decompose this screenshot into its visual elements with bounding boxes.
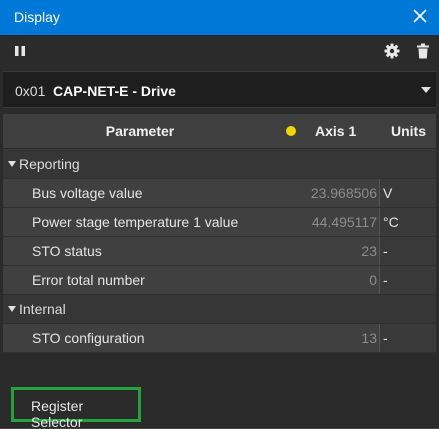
parameter-value: 23.968506 (310, 185, 377, 201)
table-row[interactable]: Power stage temperature 1 value 44.49511… (3, 208, 436, 237)
table-row[interactable]: STO configuration 13 - (3, 324, 436, 353)
group-row-internal[interactable]: Internal (3, 295, 436, 324)
parameter-unit: - (383, 330, 388, 346)
drive-name: CAP-NET-E - Drive (53, 83, 176, 99)
collapse-triangle-icon[interactable] (8, 306, 16, 312)
group-row-reporting[interactable]: Reporting (3, 150, 436, 179)
drive-selector[interactable]: 0x01 CAP-NET-E - Drive (3, 71, 436, 108)
toolbar (0, 35, 439, 67)
group-label: Reporting (19, 156, 80, 172)
column-header-units[interactable]: Units (391, 123, 426, 139)
axis-status-dot (286, 126, 296, 136)
parameter-name: STO configuration (32, 330, 145, 346)
collapse-triangle-icon[interactable] (8, 161, 16, 167)
parameter-value: 0 (369, 272, 377, 288)
parameter-unit: °C (383, 214, 399, 230)
column-header-axis[interactable]: Axis 1 (315, 123, 356, 139)
title-bar: Display (0, 0, 439, 35)
table-header: Parameter Axis 1 Units (3, 114, 436, 149)
table-row[interactable]: STO status 23 - (3, 237, 436, 266)
parameter-name: STO status (32, 243, 102, 259)
parameter-unit: V (383, 185, 393, 201)
drive-address: 0x01 (15, 83, 46, 99)
window-title: Display (14, 9, 60, 25)
parameter-value: 44.495117 (311, 214, 377, 230)
trash-icon[interactable] (416, 43, 430, 59)
parameter-unit: - (383, 272, 388, 288)
close-icon[interactable] (411, 7, 429, 25)
gear-icon[interactable] (384, 43, 400, 59)
column-header-parameter[interactable]: Parameter (3, 123, 277, 139)
register-selector-button[interactable]: Register Selector (11, 387, 141, 429)
parameter-name: Error total number (32, 272, 145, 288)
parameter-table: Parameter Axis 1 Units Reporting Bus vol… (3, 114, 436, 353)
parameter-name: Power stage temperature 1 value (32, 214, 239, 230)
parameter-name: Bus voltage value (32, 185, 143, 201)
table-row[interactable]: Bus voltage value 23.968506 V (3, 179, 436, 208)
table-row[interactable]: Error total number 0 - (3, 266, 436, 295)
parameter-value: 13 (361, 330, 377, 346)
pause-icon[interactable] (14, 45, 26, 57)
parameter-unit: - (383, 243, 388, 259)
chevron-down-icon[interactable] (421, 87, 431, 93)
register-selector-label: Register Selector (31, 398, 84, 429)
parameter-value: 23 (361, 243, 377, 259)
group-label: Internal (19, 301, 66, 317)
